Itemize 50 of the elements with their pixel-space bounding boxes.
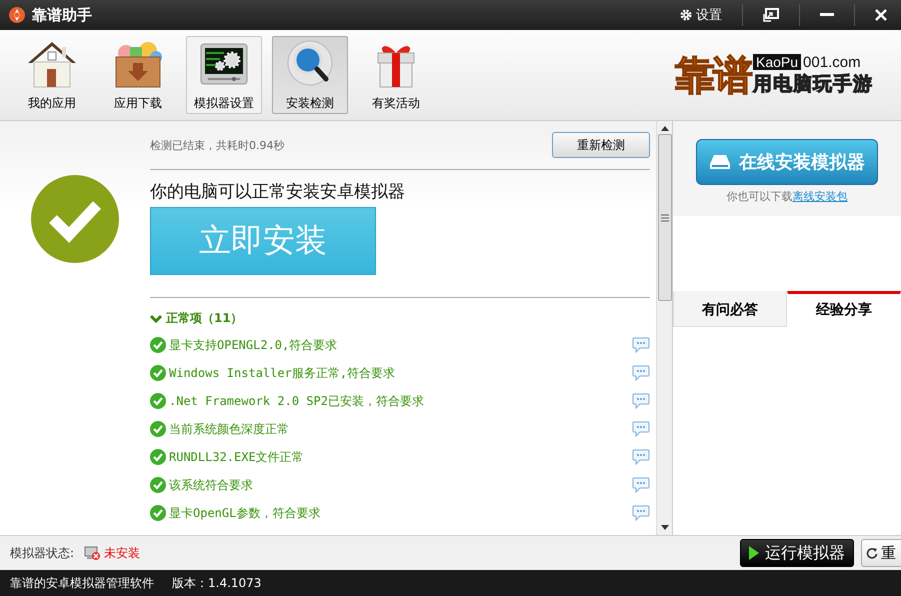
toolbar-tab[interactable]: 模拟器设置 xyxy=(186,36,262,114)
check-item-text: 当前系统颜色深度正常 xyxy=(169,420,290,438)
scrollbar[interactable] xyxy=(656,121,672,535)
comment-bubble-icon[interactable] xyxy=(632,449,650,465)
app-logo-icon xyxy=(8,6,26,24)
comment-bubble-icon[interactable] xyxy=(632,337,650,353)
result-headline: 你的电脑可以正常安装安卓模拟器 xyxy=(150,181,406,203)
toolbar-tab[interactable]: 安装检测 xyxy=(272,36,348,114)
check-item-text: Windows Installer服务正常,符合要求 xyxy=(169,364,396,382)
app-description: 靠谱的安卓模拟器管理软件 xyxy=(10,574,154,592)
minimize-icon xyxy=(820,13,834,17)
drive-icon xyxy=(709,154,731,170)
refresh-icon xyxy=(866,547,878,559)
logo-slogan: 用电脑玩手游 xyxy=(753,72,873,96)
play-icon xyxy=(749,546,759,560)
check-status-text: 检测已结束，共耗时0.94秒 xyxy=(150,138,284,152)
logo-domain-text: 001.com xyxy=(803,54,861,70)
restore-icon xyxy=(763,8,779,22)
version-text: 版本：1.4.1073 xyxy=(172,574,262,592)
scroll-up-arrow-icon[interactable] xyxy=(660,125,668,131)
grip-icon xyxy=(660,214,668,222)
window-title: 靠谱助手 xyxy=(32,6,92,24)
toolbar-tab[interactable]: 有奖活动 xyxy=(358,36,434,114)
group-toggle[interactable]: 正常项（11） xyxy=(150,310,243,327)
toolbar-tab[interactable]: 我的应用 xyxy=(14,36,90,114)
emulator-status-value: 未安装 xyxy=(104,544,140,562)
comment-bubble-icon[interactable] xyxy=(632,477,650,493)
recheck-button[interactable]: 重新检测 xyxy=(552,132,650,158)
check-item-text: 显卡OpenGL参数，符合要求 xyxy=(169,504,322,522)
comment-bubble-icon[interactable] xyxy=(632,421,650,437)
settings-button[interactable]: 设置 xyxy=(666,0,736,30)
settings-icon xyxy=(680,9,692,21)
offline-note: 你也可以下载 xyxy=(726,190,792,203)
check-item-text: 该系统符合要求 xyxy=(169,476,254,494)
logo-brand-text: 靠谱 xyxy=(675,52,751,100)
run-emulator-button[interactable]: 运行模拟器 xyxy=(740,539,854,567)
scroll-down-arrow-icon[interactable] xyxy=(660,525,668,531)
emulator-status-label: 模拟器状态: xyxy=(10,544,74,562)
logo-domain-box: KaoPu xyxy=(753,54,802,70)
check-item-text: .Net Framework 2.0 SP2已安装，符合要求 xyxy=(169,392,425,410)
check-item-text: RUNDLL32.EXE文件正常 xyxy=(169,448,305,466)
comment-bubble-icon[interactable] xyxy=(632,393,650,409)
side-tab[interactable]: 有问必答 xyxy=(673,291,787,327)
check-item-text: 显卡支持OPENGL2.0,符合要求 xyxy=(169,336,338,354)
restart-button[interactable]: 重 xyxy=(861,539,901,567)
comment-bubble-icon[interactable] xyxy=(632,365,650,381)
chevron-icon xyxy=(150,314,162,324)
toolbar-tab[interactable]: 应用下载 xyxy=(100,36,176,114)
close-icon xyxy=(875,9,887,21)
comment-bubble-icon[interactable] xyxy=(632,505,650,521)
